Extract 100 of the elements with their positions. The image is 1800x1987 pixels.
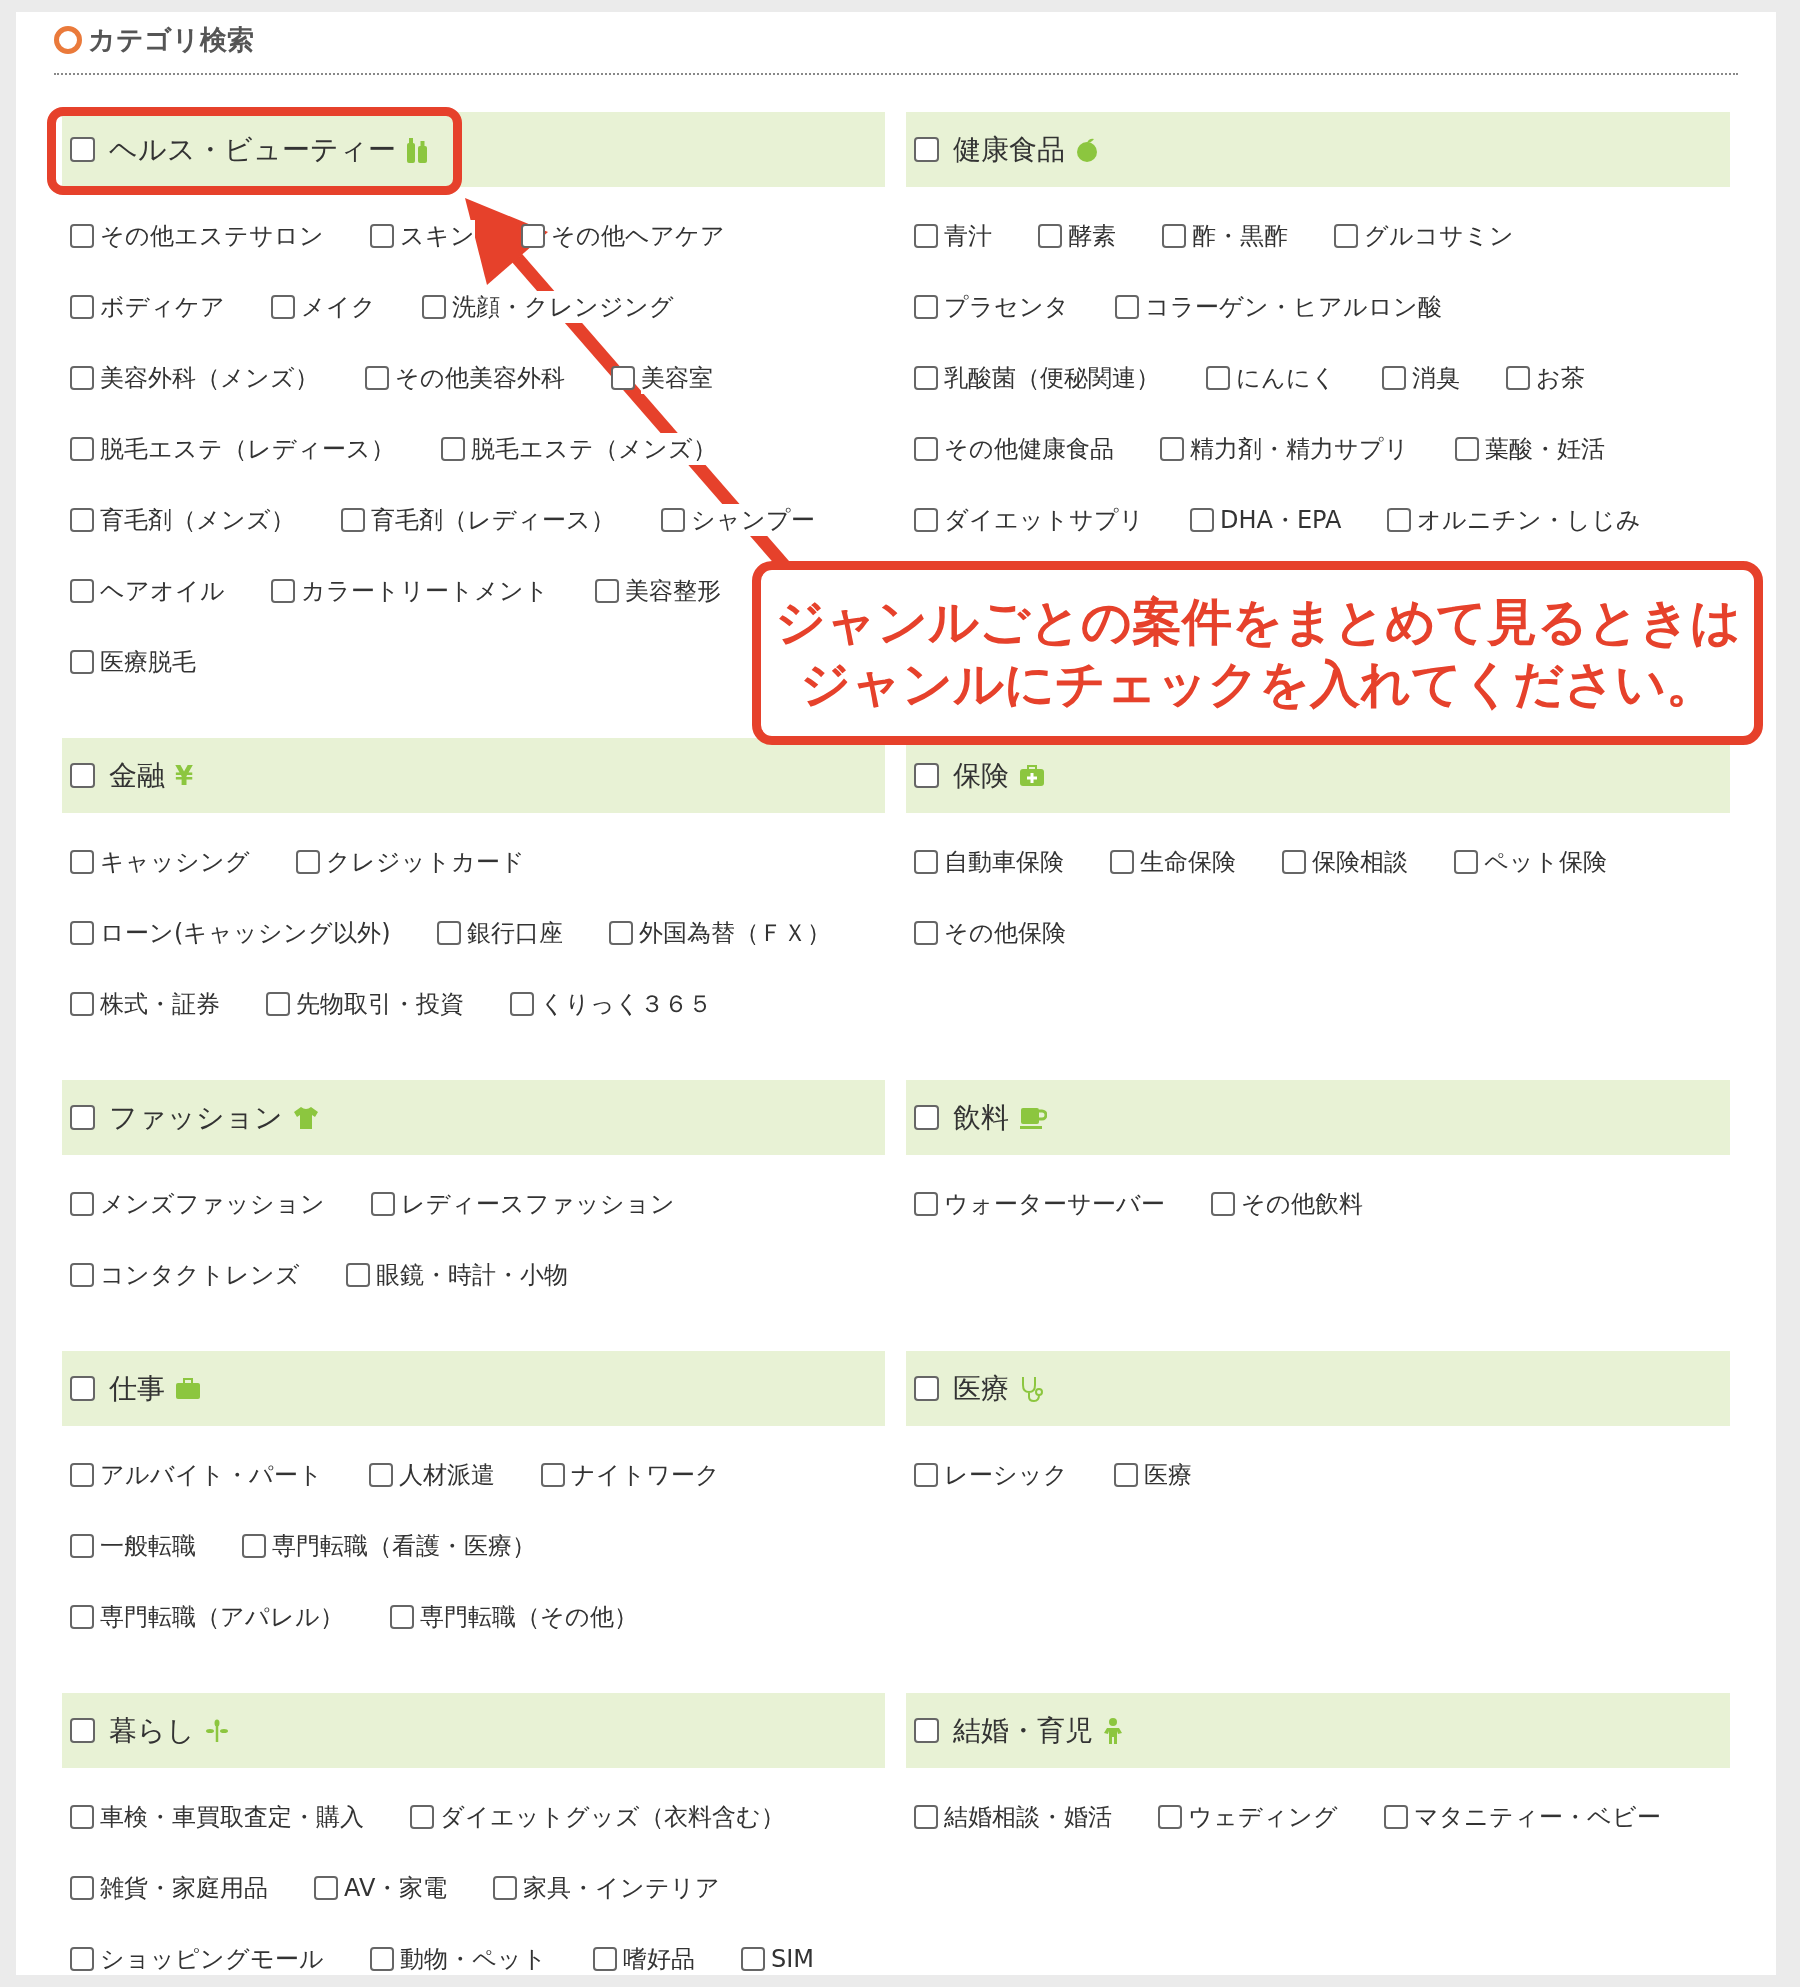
- cup-icon: [1019, 1105, 1047, 1130]
- checkbox[interactable]: [70, 850, 94, 874]
- checkbox[interactable]: [1114, 1463, 1138, 1487]
- checkbox[interactable]: [271, 295, 295, 319]
- checkbox[interactable]: [296, 850, 320, 874]
- checkbox[interactable]: [914, 224, 938, 248]
- checkbox[interactable]: [1190, 508, 1214, 532]
- checkbox[interactable]: [493, 1876, 518, 1900]
- checkbox[interactable]: [1211, 1192, 1235, 1216]
- checkbox[interactable]: [410, 1805, 434, 1829]
- checkbox[interactable]: [441, 437, 465, 461]
- checkbox[interactable]: [370, 224, 394, 248]
- checkbox[interactable]: [70, 1805, 94, 1829]
- option-label[interactable]: 美容室: [641, 362, 713, 394]
- checkbox[interactable]: [436, 921, 461, 945]
- checkbox[interactable]: [70, 579, 94, 603]
- checkbox[interactable]: [1384, 1805, 1408, 1829]
- checkbox[interactable]: [1158, 1805, 1182, 1829]
- bottles-icon: [406, 136, 428, 163]
- checkbox[interactable]: [914, 1105, 939, 1130]
- checkbox[interactable]: [70, 650, 94, 674]
- checkbox[interactable]: [70, 992, 94, 1016]
- checkbox[interactable]: [1382, 366, 1406, 390]
- checkbox[interactable]: [70, 224, 94, 248]
- checkbox[interactable]: [70, 1605, 94, 1629]
- checkbox[interactable]: [1455, 437, 1479, 461]
- option-label[interactable]: 雑貨・家庭用品: [100, 1872, 268, 1904]
- checkbox[interactable]: [914, 850, 938, 874]
- checkbox[interactable]: [914, 1718, 939, 1743]
- checkbox[interactable]: [541, 1463, 565, 1487]
- checkbox[interactable]: [70, 137, 95, 162]
- checkbox[interactable]: [510, 992, 534, 1016]
- checkbox[interactable]: [70, 1192, 94, 1216]
- checkbox[interactable]: [341, 508, 365, 532]
- checkbox[interactable]: [1334, 224, 1358, 248]
- checkbox[interactable]: [914, 1805, 938, 1829]
- checkbox[interactable]: [70, 1947, 94, 1971]
- checkbox[interactable]: [70, 1263, 94, 1287]
- checkbox[interactable]: [1506, 366, 1530, 390]
- checkbox[interactable]: [271, 579, 295, 603]
- checkbox[interactable]: [422, 295, 446, 319]
- checkbox[interactable]: [70, 1876, 94, 1900]
- checkbox[interactable]: [914, 437, 938, 461]
- checkbox[interactable]: [914, 508, 938, 532]
- checkbox[interactable]: [611, 366, 635, 390]
- checkbox[interactable]: [1206, 366, 1230, 390]
- checkbox[interactable]: [1454, 850, 1478, 874]
- shirt-icon: [293, 1105, 319, 1130]
- checkbox[interactable]: [1160, 437, 1184, 461]
- checkbox[interactable]: [70, 763, 95, 788]
- checkbox[interactable]: [70, 295, 94, 319]
- checkbox[interactable]: [1038, 224, 1062, 248]
- checkbox[interactable]: [914, 921, 938, 945]
- checkbox[interactable]: [1282, 850, 1306, 874]
- checkbox[interactable]: [521, 224, 545, 248]
- checkbox[interactable]: [70, 508, 94, 532]
- checkbox[interactable]: [371, 1192, 395, 1216]
- checkbox[interactable]: [1110, 850, 1134, 874]
- checkbox[interactable]: [370, 1947, 394, 1971]
- checkbox[interactable]: [70, 1105, 95, 1130]
- checkbox[interactable]: [390, 1605, 414, 1629]
- category-title: 仕事: [109, 1370, 165, 1407]
- checkbox[interactable]: [1115, 295, 1139, 319]
- checkbox[interactable]: [70, 1463, 94, 1487]
- checkbox[interactable]: [369, 1463, 393, 1487]
- checkbox[interactable]: [70, 366, 94, 390]
- checkbox[interactable]: [914, 1376, 939, 1401]
- checkbox[interactable]: [70, 437, 94, 461]
- checkbox[interactable]: [70, 1718, 95, 1743]
- checkbox[interactable]: [1162, 224, 1186, 248]
- checkbox[interactable]: [1387, 508, 1412, 532]
- checkbox[interactable]: [914, 137, 939, 162]
- option-label[interactable]: 洗顔・クレンジング: [452, 291, 674, 323]
- category-title: 健康食品: [953, 131, 1065, 168]
- briefcase-icon: [175, 1377, 201, 1400]
- checkbox[interactable]: [914, 366, 938, 390]
- apple-icon: [1075, 136, 1099, 163]
- category-title: ファッション: [109, 1099, 283, 1136]
- checkbox[interactable]: [346, 1263, 370, 1287]
- option-label[interactable]: シャンプー: [691, 504, 815, 536]
- category-title: 保険: [953, 757, 1009, 794]
- checkbox[interactable]: [266, 992, 290, 1016]
- checkbox[interactable]: [914, 1192, 938, 1216]
- checkbox[interactable]: [242, 1534, 266, 1558]
- checkbox[interactable]: [741, 1947, 765, 1971]
- checkbox[interactable]: [914, 763, 939, 788]
- checkbox[interactable]: [593, 1947, 617, 1971]
- sprout-icon: [205, 1718, 229, 1743]
- checkbox[interactable]: [70, 1376, 95, 1401]
- checkbox[interactable]: [914, 1463, 938, 1487]
- checkbox[interactable]: [314, 1876, 338, 1900]
- checkbox[interactable]: [608, 921, 633, 945]
- callout-text: ジャンルごとの案件をまとめて見るときは: [774, 592, 1741, 653]
- checkbox[interactable]: [70, 1534, 94, 1558]
- checkbox[interactable]: [661, 508, 685, 532]
- checkbox[interactable]: [595, 579, 619, 603]
- category-title: 金融: [109, 757, 165, 794]
- checkbox[interactable]: [365, 366, 389, 390]
- checkbox[interactable]: [70, 921, 94, 945]
- checkbox[interactable]: [914, 295, 938, 319]
